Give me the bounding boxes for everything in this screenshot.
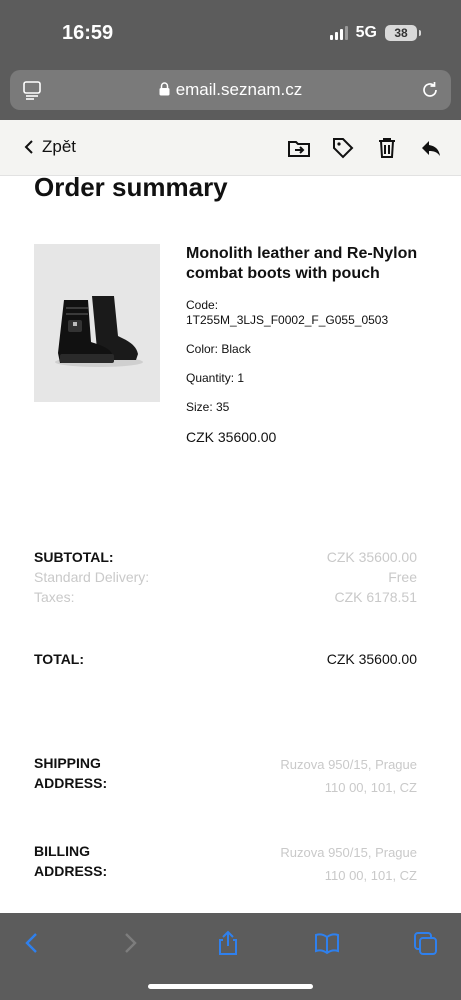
billing-address-line2: 110 00, 101, CZ [324,868,417,883]
delivery-row: Standard Delivery: Free [34,569,417,585]
product-code-label: Code: [186,298,219,312]
back-button[interactable]: Zpět [24,137,76,157]
product-color: Color: Black [186,342,251,356]
network-type: 5G [355,24,377,41]
product-size: Size: 35 [186,400,230,414]
billing-label-line2: ADDRESS: [34,863,108,879]
shipping-address-line1: Ruzova 950/15, Prague [280,757,417,772]
order-summary-title: Order summary [34,176,228,202]
subtotal-row: SUBTOTAL: CZK 35600.00 [34,549,417,565]
taxes-row: Taxes: CZK 6178.51 [34,589,417,605]
product-code: 1T255M_3LJS_F0002_F_G055_0503 [186,313,389,327]
shipping-label-line2: ADDRESS: [34,775,108,791]
url-text: email.seznam.cz [175,80,303,99]
total-value: CZK 35600.00 [326,651,417,667]
total-row: TOTAL: CZK 35600.00 [34,651,417,667]
total-label: TOTAL: [34,651,85,667]
product-price: CZK 35600.00 [186,429,277,445]
delivery-label: Standard Delivery: [34,569,150,585]
tag-icon[interactable] [331,136,355,160]
shipping-address-line2: 110 00, 101, CZ [324,780,417,795]
taxes-value: CZK 6178.51 [334,589,418,605]
shipping-address-label: SHIPPING ADDRESS: [34,753,107,793]
mail-toolbar: Zpět [0,120,461,176]
trash-icon[interactable] [375,136,399,160]
billing-address-line1: Ruzova 950/15, Prague [280,845,417,860]
browser-forward-icon[interactable] [116,929,144,957]
back-label: Zpět [42,137,77,156]
product-quantity: Quantity: 1 [186,371,245,385]
shipping-address-value: Ruzova 950/15, Prague 110 00, 101, CZ [280,753,417,799]
subtotal-label: SUBTOTAL: [34,549,114,565]
battery-icon: 38 [385,25,421,41]
move-to-folder-icon[interactable] [287,136,311,160]
taxes-label: Taxes: [34,589,75,605]
home-indicator[interactable] [148,984,313,989]
browser-address-area: email.seznam.cz [0,64,461,120]
status-indicators: 5G 38 [329,24,421,42]
billing-address-label: BILLING ADDRESS: [34,841,107,881]
address-bar[interactable]: email.seznam.cz [10,70,451,110]
shipping-label-line1: SHIPPING [34,755,101,771]
lock-icon [159,81,170,101]
billing-label-line1: BILLING [34,843,90,859]
delivery-value: Free [388,569,417,585]
tabs-icon[interactable] [411,929,439,957]
subtotal-value: CZK 35600.00 [326,549,417,565]
chevron-left-icon [24,140,33,154]
product-details: Monolith leather and Re-Nylon combat boo… [186,244,426,445]
status-time: 16:59 [62,22,114,44]
message-actions [287,136,443,160]
signal-icon [329,26,348,40]
billing-address-value: Ruzova 950/15, Prague 110 00, 101, CZ [280,841,417,887]
product-name: Monolith leather and Re-Nylon combat boo… [186,245,418,282]
url-display[interactable]: email.seznam.cz [10,80,451,101]
reload-icon[interactable] [419,79,441,106]
email-body: Order summary Monolith leather and Re-Ny… [0,176,461,913]
bookmarks-icon[interactable] [313,929,341,957]
status-bar: 16:59 5G 38 [0,0,461,64]
reply-icon[interactable] [419,136,443,160]
browser-back-icon[interactable] [18,929,46,957]
share-icon[interactable] [214,929,242,957]
product-image [34,244,160,402]
browser-toolbar [0,913,461,1000]
